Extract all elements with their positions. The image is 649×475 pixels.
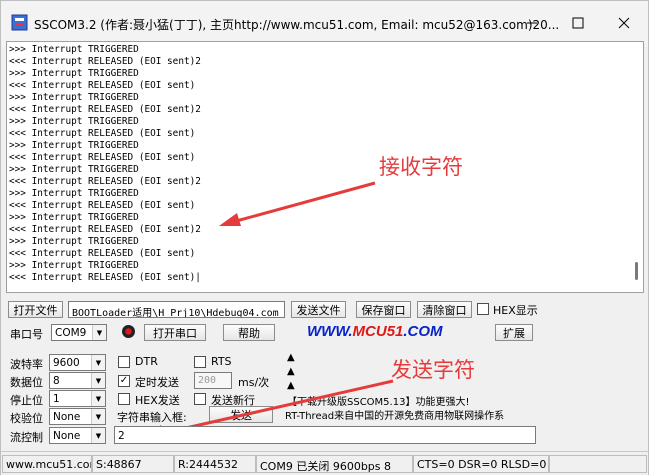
terminal-line: >>> Interrupt TRIGGERED [9, 188, 139, 199]
flow-select[interactable]: None ▼ [49, 427, 106, 444]
website-logo[interactable]: WWW.MCU51.COM [307, 323, 443, 340]
receive-area[interactable]: >>> Interrupt TRIGGERED <<< Interrupt REL… [6, 41, 644, 293]
terminal-line: <<< Interrupt RELEASED (EOI sent) [9, 248, 196, 259]
status-signals: CTS=0 DSR=0 RLSD=0 [413, 455, 549, 473]
terminal-line: >>> Interrupt TRIGGERED [9, 140, 139, 151]
flow-label: 流控制 [10, 431, 43, 444]
baud-select[interactable]: 9600 ▼ [49, 354, 106, 371]
terminal-line: >>> Interrupt TRIGGERED [9, 260, 139, 271]
baud-label: 波特率 [10, 358, 43, 371]
terminal-line: <<< Interrupt RELEASED (EOI sent) [9, 200, 196, 211]
terminal-line: >>> Interrupt TRIGGERED [9, 44, 139, 55]
minimize-icon [527, 22, 537, 24]
terminal-line: <<< Interrupt RELEASED (EOI sent)2 [9, 104, 201, 115]
open-port-button[interactable]: 打开串口 [144, 324, 206, 341]
receive-text: >>> Interrupt TRIGGERED <<< Interrupt REL… [9, 44, 201, 284]
save-window-button[interactable]: 保存窗口 [356, 301, 411, 318]
terminal-line: >>> Interrupt TRIGGERED [9, 68, 139, 79]
send-input[interactable]: 2 [114, 426, 536, 444]
app-window: SSCOM3.2 (作者:聂小猛(丁丁), 主页http://www.mcu51… [0, 0, 649, 475]
port-status-icon [122, 325, 135, 338]
terminal-line: >>> Interrupt TRIGGERED [9, 164, 139, 175]
help-button[interactable]: 帮助 [223, 324, 275, 341]
annotation-receive-arrow [219, 181, 376, 226]
terminal-line: >>> Interrupt TRIGGERED [9, 92, 139, 103]
port-value: COM9 [55, 326, 87, 339]
stopbits-select[interactable]: 1 ▼ [49, 390, 106, 407]
baud-value: 9600 [53, 356, 80, 369]
logo-brand: MCU51 [352, 323, 404, 340]
close-button[interactable] [601, 7, 647, 39]
clear-window-button[interactable]: 清除窗口 [417, 301, 472, 318]
window-title: SSCOM3.2 (作者:聂小猛(丁丁), 主页http://www.mcu51… [34, 18, 560, 32]
terminal-line: <<< Interrupt RELEASED (EOI sent) [9, 152, 196, 163]
dtr-checkbox[interactable] [118, 356, 130, 368]
rts-checkbox[interactable] [194, 356, 206, 368]
terminal-line: >>> Interrupt TRIGGERED [9, 236, 139, 247]
databits-label: 数据位 [10, 376, 43, 389]
status-sent: S:48867 [92, 455, 174, 473]
logo-prefix: WWW. [307, 323, 353, 340]
terminal-line: <<< Interrupt RELEASED (EOI sent) [9, 128, 196, 139]
hex-send-checkbox[interactable] [118, 393, 130, 405]
status-received: R:2444532 [174, 455, 256, 473]
parity-select[interactable]: None ▼ [49, 408, 106, 425]
annotation-send-label: 发送字符 [391, 358, 475, 382]
scrollbar-thumb[interactable] [635, 262, 638, 280]
terminal-line: <<< Interrupt RELEASED (EOI sent)| [9, 272, 201, 283]
expand-button[interactable]: 扩展 [495, 324, 533, 341]
maximize-icon [572, 17, 584, 29]
flow-value: None [53, 429, 81, 442]
hex-display-label: HEX显示 [493, 304, 538, 317]
chevron-down-icon: ▼ [91, 391, 105, 406]
terminal-line: <<< Interrupt RELEASED (EOI sent)2 [9, 176, 201, 187]
status-bar: www.mcu51.cor S:48867 R:2444532 COM9 已关闭… [1, 451, 648, 475]
parity-value: None [53, 410, 81, 423]
stopbits-value: 1 [53, 392, 60, 405]
status-empty [549, 455, 647, 473]
receive-scrollbar[interactable] [631, 42, 643, 292]
parity-label: 校验位 [10, 412, 43, 425]
hex-display-checkbox[interactable] [477, 303, 489, 315]
terminal-line: <<< Interrupt RELEASED (EOI sent)2 [9, 56, 201, 67]
rts-label: RTS [211, 355, 232, 368]
terminal-line: <<< Interrupt RELEASED (EOI sent)2 [9, 224, 201, 235]
annotation-receive-label: 接收字符 [379, 155, 463, 179]
open-file-button[interactable]: 打开文件 [8, 301, 63, 318]
status-port: COM9 已关闭 9600bps 8 [256, 455, 413, 473]
dtr-label: DTR [135, 355, 158, 368]
databits-select[interactable]: 8 ▼ [49, 372, 106, 389]
databits-value: 8 [53, 374, 60, 387]
stopbits-label: 停止位 [10, 394, 43, 407]
file-path-field[interactable]: BOOTLoader适用\H_Prj10\Hdebug04.com [68, 301, 285, 318]
close-icon [618, 17, 630, 29]
port-label: 串口号 [10, 328, 43, 341]
chevron-down-icon: ▼ [92, 325, 106, 340]
port-select[interactable]: COM9 ▼ [51, 324, 107, 341]
send-file-button[interactable]: 发送文件 [291, 301, 346, 318]
chevron-down-icon: ▼ [91, 428, 105, 443]
app-icon [11, 14, 28, 31]
terminal-line: >>> Interrupt TRIGGERED [9, 212, 139, 223]
chevron-down-icon: ▼ [91, 373, 105, 388]
minimize-button[interactable] [509, 7, 555, 39]
timed-send-checkbox[interactable]: ✓ [118, 375, 130, 387]
logo-suffix: .COM [403, 323, 443, 340]
check-icon: ✓ [119, 375, 129, 386]
chevron-down-icon: ▼ [91, 409, 105, 424]
arrow-up-icon[interactable]: ▲ [287, 351, 295, 365]
terminal-line: <<< Interrupt RELEASED (EOI sent) [9, 80, 196, 91]
status-site[interactable]: www.mcu51.cor [2, 455, 92, 473]
maximize-button[interactable] [555, 7, 601, 39]
chevron-down-icon: ▼ [91, 355, 105, 370]
terminal-line: >>> Interrupt TRIGGERED [9, 116, 139, 127]
